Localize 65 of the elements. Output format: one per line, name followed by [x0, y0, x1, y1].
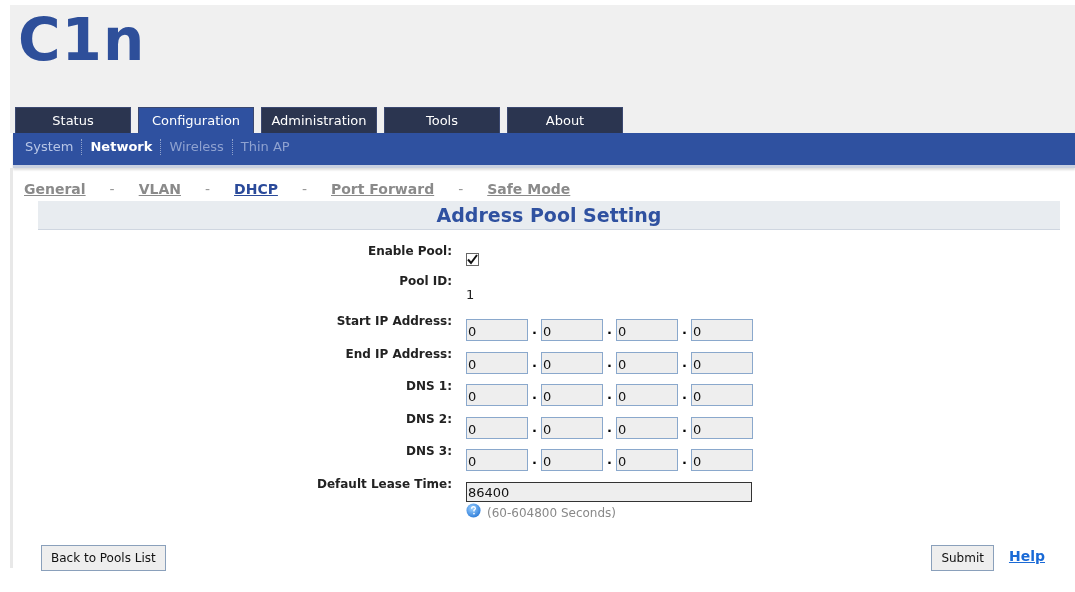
octet-dot: .	[681, 353, 688, 372]
field-value: 1	[466, 286, 475, 302]
lease-time-field[interactable]: 86400	[466, 481, 752, 502]
enable-checkbox[interactable]	[466, 252, 479, 266]
field-label: Pool ID:	[398, 274, 452, 290]
help-icon[interactable]	[466, 502, 481, 518]
octet-dot: .	[531, 386, 538, 405]
octet-field[interactable]: 0	[616, 449, 678, 472]
octet-dot: .	[606, 353, 613, 372]
back-button[interactable]: Back to Pools List	[41, 544, 166, 571]
octet-field[interactable]: 0	[541, 416, 603, 439]
link-separator: -	[301, 181, 307, 197]
field-label: End IP Address:	[344, 346, 452, 363]
octet-field[interactable]: 0	[541, 449, 603, 472]
octet-field[interactable]: 0	[466, 351, 528, 374]
section-link[interactable]: DHCP	[234, 181, 278, 197]
nav-tab[interactable]: Administration	[261, 107, 377, 133]
field-label: Default Lease Time:	[315, 476, 452, 493]
octet-field[interactable]: 0	[691, 351, 753, 374]
nav-tab[interactable]: Tools	[384, 107, 500, 133]
field-label: DNS 1:	[405, 379, 452, 395]
field-label: Enable Pool:	[366, 244, 452, 260]
octet-field[interactable]: 0	[466, 449, 528, 472]
subnav-item[interactable]: System	[21, 139, 82, 155]
submit-button[interactable]: Submit	[931, 544, 994, 571]
section-title: Address Pool Setting	[436, 204, 662, 226]
octet-field[interactable]: 0	[466, 319, 528, 342]
nav-tab[interactable]: About	[507, 107, 623, 133]
octet-field[interactable]: 0	[541, 384, 603, 407]
octet-dot: .	[606, 321, 613, 340]
octet-field[interactable]: 0	[466, 416, 528, 439]
nav-tab[interactable]: Status	[15, 107, 131, 133]
field-label: Start IP Address:	[335, 314, 452, 330]
help-link[interactable]: Help	[1008, 547, 1045, 564]
field-label: DNS 3:	[405, 444, 452, 460]
octet-dot: .	[606, 451, 613, 470]
octet-field[interactable]: 0	[616, 384, 678, 407]
subnav-item[interactable]: Network	[81, 139, 161, 155]
octet-field[interactable]: 0	[691, 449, 753, 472]
link-separator: -	[109, 181, 115, 197]
octet-dot: .	[681, 451, 688, 470]
link-separator: -	[205, 181, 211, 197]
logo: C1n	[18, 5, 146, 69]
field-label: DNS 2:	[405, 411, 452, 428]
octet-field[interactable]: 0	[466, 384, 528, 407]
octet-dot: .	[606, 418, 613, 437]
nav-tab[interactable]: Configuration	[138, 107, 254, 133]
octet-field[interactable]: 0	[616, 319, 678, 342]
hint-text: (60-604800 Seconds)	[487, 505, 616, 520]
octet-field[interactable]: 0	[616, 416, 678, 439]
octet-field[interactable]: 0	[541, 351, 603, 374]
octet-field[interactable]: 0	[541, 319, 603, 342]
octet-dot: .	[531, 353, 538, 372]
octet-dot: .	[531, 418, 538, 437]
octet-dot: .	[531, 321, 538, 340]
octet-dot: .	[681, 321, 688, 340]
octet-dot: .	[531, 451, 538, 470]
octet-field[interactable]: 0	[691, 384, 753, 407]
octet-field[interactable]: 0	[691, 416, 753, 439]
octet-dot: .	[606, 386, 613, 405]
octet-dot: .	[681, 386, 688, 405]
octet-field[interactable]: 0	[616, 351, 678, 374]
octet-dot: .	[681, 418, 688, 437]
octet-field[interactable]: 0	[691, 319, 753, 342]
link-separator: -	[458, 181, 464, 197]
